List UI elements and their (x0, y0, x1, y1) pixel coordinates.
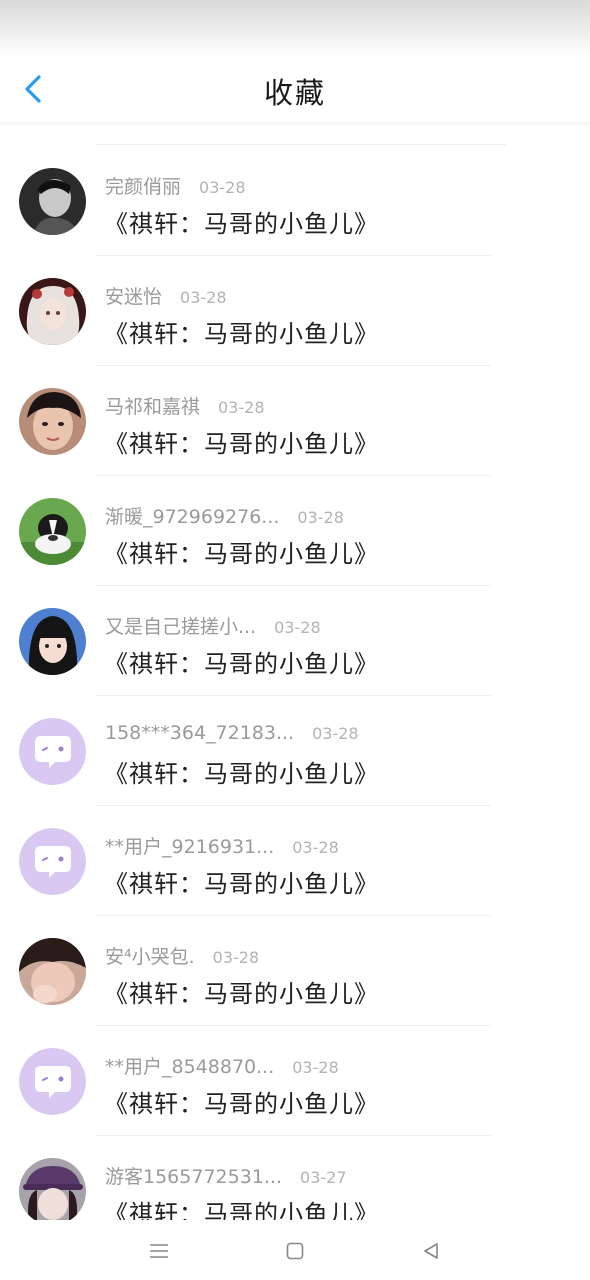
user-name[interactable]: 又是自己搓搓小... (105, 612, 256, 639)
list-item[interactable]: 158***364_72183... 03-28 《祺轩：马哥的小鱼儿》 (0, 696, 590, 806)
work-title[interactable]: 《祺轩：马哥的小鱼儿》 (104, 864, 379, 899)
header-bar: 收藏 (0, 56, 590, 122)
user-name[interactable]: 158***364_72183... (105, 722, 294, 744)
avatar[interactable] (19, 168, 86, 235)
home-button[interactable] (278, 1234, 312, 1268)
name-line: 游客1565772531... 03-27 (105, 1162, 347, 1188)
name-line: 马祁和嘉祺 03-28 (105, 392, 265, 418)
date: 03-28 (292, 1058, 339, 1077)
list-item[interactable]: **用户_8548870... 03-28 《祺轩：马哥的小鱼儿》 (0, 1026, 590, 1136)
work-title[interactable]: 《祺轩：马哥的小鱼儿》 (104, 974, 379, 1009)
name-line: 完颜俏丽 03-28 (105, 172, 246, 198)
chat-bubble-icon (19, 1048, 86, 1115)
date: 03-28 (212, 948, 260, 967)
name-line: 158***364_72183... 03-28 (105, 722, 359, 748)
date: 03-28 (218, 398, 265, 417)
name-line: 安迷怡 03-28 (105, 282, 227, 308)
date: 03-27 (300, 1168, 347, 1187)
date: 03-28 (312, 724, 359, 743)
avatar[interactable] (19, 608, 86, 675)
work-title[interactable]: 《祺轩：马哥的小鱼儿》 (104, 644, 379, 679)
name-line: 又是自己搓搓小... 03-28 (105, 612, 321, 638)
user-name[interactable]: 完颜俏丽 (105, 172, 181, 199)
avatar[interactable] (19, 278, 86, 345)
user-name[interactable]: 安迷怡 (105, 282, 162, 309)
list-item[interactable]: 渐暖_972969276... 03-28 《祺轩：马哥的小鱼儿》 (0, 476, 590, 586)
work-title[interactable]: 《祺轩：马哥的小鱼儿》 (104, 314, 379, 349)
work-title[interactable]: 《祺轩：马哥的小鱼儿》 (104, 534, 379, 569)
list-item[interactable]: **用户_9216931... 03-28 《祺轩：马哥的小鱼儿》 (0, 806, 590, 916)
work-title[interactable]: 《祺轩：马哥的小鱼儿》 (104, 424, 379, 459)
list-item[interactable]: 又是自己搓搓小... 03-28 《祺轩：马哥的小鱼儿》 (0, 586, 590, 696)
user-name[interactable]: **用户_9216931... (105, 832, 274, 859)
list-item[interactable]: 安⁴小哭包. 03-28 《祺轩：马哥的小鱼儿》 (0, 916, 590, 1026)
chat-bubble-icon (19, 828, 86, 895)
home-square-icon (286, 1242, 304, 1260)
menu-icon (150, 1244, 168, 1258)
work-title[interactable]: 《祺轩：马哥的小鱼儿》 (104, 1084, 379, 1119)
list-item[interactable]: 安迷怡 03-28 《祺轩：马哥的小鱼儿》 (0, 256, 590, 366)
avatar[interactable] (19, 938, 86, 1005)
name-line: **用户_9216931... 03-28 (105, 832, 339, 858)
avatar[interactable] (19, 718, 86, 785)
work-title[interactable]: 《祺轩：马哥的小鱼儿》 (104, 1194, 379, 1220)
date: 03-28 (274, 618, 321, 637)
chat-bubble-icon (19, 718, 86, 785)
list-item[interactable]: 游客1565772531... 03-27 《祺轩：马哥的小鱼儿》 (0, 1136, 590, 1220)
status-bar (0, 0, 590, 56)
avatar[interactable] (19, 828, 86, 895)
date: 03-28 (292, 838, 339, 857)
back-triangle-icon (424, 1243, 438, 1259)
user-name[interactable]: 马祁和嘉祺 (105, 392, 200, 419)
user-name[interactable]: 渐暖_972969276... (105, 502, 279, 529)
name-line: 渐暖_972969276... 03-28 (105, 502, 344, 528)
page-title: 收藏 (263, 76, 326, 110)
system-nav-bar (0, 1220, 590, 1280)
list-item[interactable]: 马祁和嘉祺 03-28 《祺轩：马哥的小鱼儿》 (0, 366, 590, 476)
name-line: **用户_8548870... 03-28 (105, 1052, 339, 1078)
menu-button[interactable] (142, 1234, 176, 1268)
list-item[interactable]: 完颜俏丽 03-28 《祺轩：马哥的小鱼儿》 (0, 146, 590, 256)
avatar[interactable] (19, 1048, 86, 1115)
user-name[interactable]: 游客1565772531... (105, 1162, 282, 1189)
system-back-button[interactable] (414, 1234, 448, 1268)
user-name[interactable]: **用户_8548870... (105, 1052, 274, 1079)
date: 03-28 (180, 288, 227, 307)
avatar[interactable] (19, 388, 86, 455)
favorites-list[interactable]: 完颜俏丽 03-28 《祺轩：马哥的小鱼儿》 安迷怡 03-28 《祺轩：马哥的小鱼… (0, 122, 590, 1220)
divider (96, 144, 506, 145)
date: 03-28 (297, 508, 344, 527)
avatar[interactable] (19, 498, 86, 565)
work-title[interactable]: 《祺轩：马哥的小鱼儿》 (104, 204, 379, 239)
work-title[interactable]: 《祺轩：马哥的小鱼儿》 (104, 754, 379, 789)
date: 03-28 (199, 178, 246, 197)
avatar[interactable] (19, 1158, 86, 1220)
name-line: 安⁴小哭包. 03-28 (105, 942, 259, 968)
user-name[interactable]: 安⁴小哭包. (105, 942, 195, 969)
